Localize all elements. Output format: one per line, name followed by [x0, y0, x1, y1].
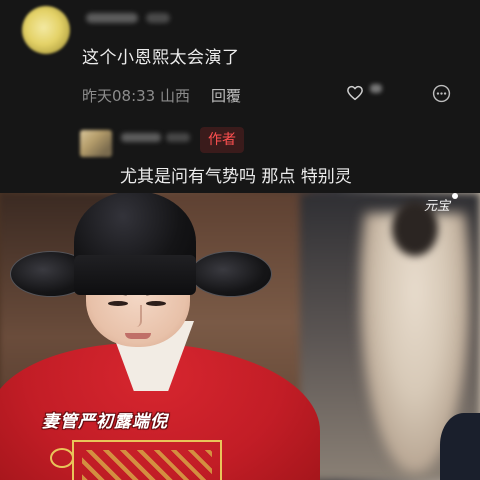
robe-emblem — [50, 448, 74, 468]
nose — [132, 305, 142, 327]
hat-band — [74, 255, 196, 295]
reply-button[interactable]: 回覆 — [211, 85, 241, 106]
reply-text: 尤其是问有气势吗 那点 特别灵 — [120, 167, 352, 187]
author-badge: 作者 — [200, 127, 244, 153]
heart-outline-icon[interactable] — [346, 84, 364, 102]
channel-watermark: 元宝 — [424, 199, 451, 214]
right-eye — [146, 301, 166, 306]
mouth — [125, 333, 151, 339]
comment-text: 这个小恩熙太会演了 — [82, 48, 240, 68]
author-name-blurred[interactable] — [121, 133, 161, 142]
commenter-avatar[interactable] — [22, 6, 70, 54]
like-count-blurred — [370, 84, 382, 93]
watermark-dot — [452, 193, 458, 199]
comment-meta: 昨天08:33 山西 — [82, 87, 190, 105]
foreground-shoulder — [440, 413, 480, 480]
video-subtitle: 妻管严初露端倪 — [42, 412, 168, 432]
left-eye — [108, 301, 128, 306]
author-tag-blurred — [166, 133, 190, 142]
commenter-tag-blurred — [146, 13, 170, 23]
hat-wing-right — [190, 251, 272, 297]
comment-panel: 这个小恩熙太会演了 昨天08:33 山西 回覆 作者 尤其是问有气势吗 那点 特… — [0, 0, 480, 193]
commenter-name-blurred[interactable] — [86, 13, 138, 23]
more-options-icon[interactable] — [432, 84, 451, 103]
video-frame[interactable]: 妻管严初露端倪 元宝 — [0, 193, 480, 480]
author-avatar[interactable] — [80, 130, 112, 157]
robe-pattern — [82, 450, 212, 480]
